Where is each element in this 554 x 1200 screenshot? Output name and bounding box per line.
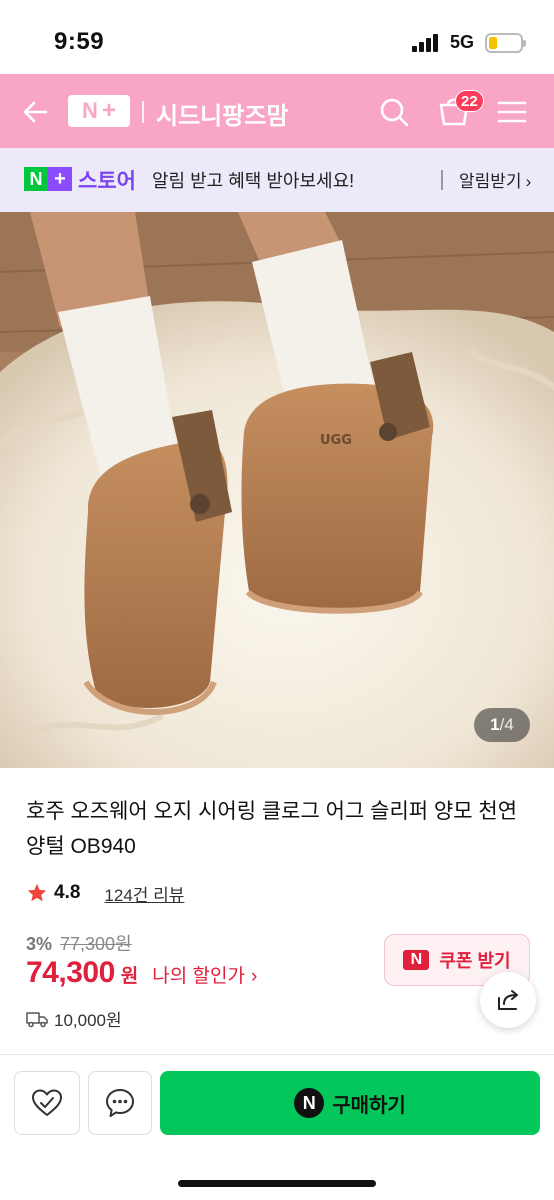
naver-pay-icon: N	[294, 1088, 325, 1118]
app-bar: N + 시드니팡즈맘 22	[0, 74, 554, 148]
logo-plus: +	[48, 167, 72, 191]
coupon-label: 쿠폰 받기	[439, 951, 511, 971]
share-button[interactable]	[480, 972, 536, 1028]
image-counter: 1/4	[474, 708, 530, 742]
store-label: 스토어	[78, 170, 136, 193]
truck-icon	[26, 1011, 48, 1027]
image-total: 4	[504, 715, 514, 734]
talk-button[interactable]	[88, 1071, 152, 1135]
product-title: 호주 오즈웨어 오지 시어링 클로그 어그 슬리퍼 양모 천연양털 OB940	[26, 800, 518, 858]
heart-check-icon	[32, 1089, 62, 1116]
back-button[interactable]	[16, 92, 56, 132]
battery-icon	[485, 33, 526, 53]
currency: 원	[120, 966, 139, 987]
discount-rate: 3%	[26, 934, 53, 954]
price-row: 74,300 원 나의 할인가 ›	[26, 956, 257, 990]
chevron-right-icon: ›	[525, 172, 532, 191]
brand-logo: UGG	[320, 433, 352, 448]
sale-price: 74,300	[26, 956, 115, 989]
divider	[441, 170, 443, 190]
bottom-action-bar: N 구매하기	[0, 1054, 554, 1200]
status-time: 9:59	[54, 28, 105, 55]
naver-plus-store-logo: N +	[24, 167, 72, 191]
menu-button[interactable]	[494, 94, 530, 130]
discount-row: 3% 77,300원	[26, 930, 132, 956]
notice-message: 알림 받고 혜택 받아보세요!	[152, 171, 355, 191]
signal-icon	[412, 34, 440, 52]
chat-bubble-icon	[106, 1089, 134, 1117]
logo-n: N	[24, 167, 48, 191]
status-bar: 9:59 5G	[0, 0, 554, 74]
shipping-fee: 10,000원	[54, 1011, 122, 1030]
shipping-row: 10,000원	[26, 1006, 122, 1031]
home-indicator[interactable]	[178, 1180, 376, 1187]
original-price: 77,300원	[60, 934, 132, 954]
arrow-left-icon	[23, 101, 48, 123]
notification-banner: N + 스토어 알림 받고 혜택 받아보세요! 알림받기 ›	[0, 148, 554, 212]
chevron-right-icon[interactable]: ›	[251, 966, 257, 988]
naver-plus-logo[interactable]: N +	[68, 95, 130, 127]
product-image[interactable]: UGG	[0, 212, 554, 768]
rating-row: 4.8 124건 리뷰	[26, 880, 184, 906]
search-icon	[380, 98, 409, 127]
logo-plus: +	[101, 97, 116, 124]
store-name[interactable]: 시드니팡즈맘	[156, 96, 288, 131]
review-count-link[interactable]: 124건 리뷰	[104, 881, 184, 906]
subscribe-alert-button[interactable]: 알림받기 ›	[455, 167, 531, 192]
share-icon	[498, 990, 518, 1010]
network-type: 5G	[450, 32, 475, 52]
cart-count-badge: 22	[455, 90, 484, 112]
product-photo: UGG	[0, 212, 554, 768]
divider	[142, 101, 144, 123]
logo-n: N	[82, 98, 98, 123]
subscribe-label: 알림받기	[459, 172, 522, 191]
my-discount-link[interactable]: 나의 할인가	[152, 961, 245, 988]
wishlist-button[interactable]	[14, 1071, 80, 1135]
naver-coupon-icon: N	[403, 950, 430, 970]
image-current: 1	[490, 715, 500, 734]
hamburger-icon	[497, 101, 527, 123]
buy-label: 구매하기	[332, 1094, 406, 1117]
search-button[interactable]	[374, 92, 414, 132]
buy-button[interactable]: N 구매하기	[160, 1071, 540, 1135]
star-icon	[27, 883, 47, 902]
rating-value: 4.8	[54, 882, 81, 903]
